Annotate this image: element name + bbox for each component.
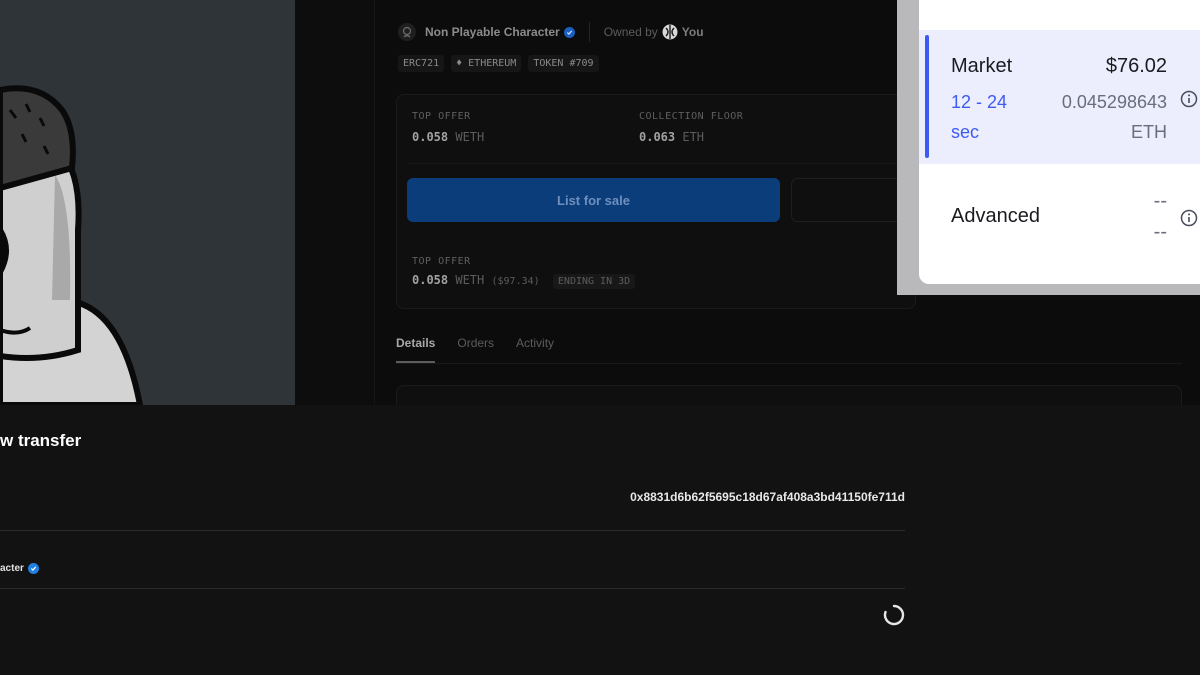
collection-floor-stat: COLLECTION FLOOR 0.063 ETH [639,111,743,144]
top-offer-stat: TOP OFFER 0.058 WETH [412,111,484,144]
chip-standard: ERC721 [398,55,445,72]
market-usd: $76.02 [1105,55,1167,77]
token-chips: ERC721 ♦ ETHEREUM TOKEN #709 [398,55,599,72]
collection-floor-amount: 0.063 [639,130,676,144]
advanced-value-1: -- [1153,190,1167,212]
offer-card: TOP OFFER 0.058 WETH COLLECTION FLOOR 0.… [396,94,931,309]
collection-name-link[interactable]: Non Playable Character [425,25,560,39]
offer-row-amount: 0.058 [412,273,449,287]
transfer-collection-name: acter [0,563,24,574]
market-eth-amount: 0.045298643 [1061,92,1167,112]
offer-row-usd: ($97.34) [491,276,540,287]
top-offer-unit: WETH [455,130,485,144]
row-divider [0,530,905,531]
collection-floor-label: COLLECTION FLOOR [639,111,744,122]
verified-badge-icon [27,563,39,574]
advanced-value-2: -- [1153,221,1167,243]
transfer-review-panel: w transfer 0x8831d6b62f5695c18d67af408a3… [0,405,1200,675]
transfer-collection: acter [0,563,39,574]
gas-fee-popup: Market $76.02 12 - 24 sec 0.045298643 ET… [919,0,1200,284]
owner-avatar-icon [662,24,679,41]
loading-spinner-icon [883,604,905,626]
transfer-title: w transfer [0,431,81,451]
offer-row-unit: WETH [455,273,485,287]
detail-tabs: Details Orders Activity [396,336,554,363]
tab-orders[interactable]: Orders [457,336,494,363]
card-divider [407,163,915,164]
advanced-label: Advanced [951,205,1040,227]
divider [588,22,590,42]
page-gutter [295,0,375,405]
info-icon[interactable] [1180,209,1198,227]
nft-artwork [0,0,295,405]
top-offer-row: TOP OFFER 0.058 WETH ($97.34) ENDING IN … [412,256,636,289]
top-offer-amount: 0.058 [412,130,449,144]
collection-floor-unit: ETH [682,130,705,144]
offer-row-label: TOP OFFER [412,256,471,267]
recipient-address: 0x8831d6b62f5695c18d67af408a3bd41150fe71… [630,490,905,504]
market-time-unit: sec [951,122,980,142]
chip-chain: ♦ ETHEREUM [451,55,522,72]
chip-token-id: TOKEN #709 [528,55,599,72]
market-time-range: 12 - 24 [951,92,1008,112]
list-for-sale-button[interactable]: List for sale [407,178,780,222]
market-label: Market [951,55,1013,77]
tabs-divider [396,363,1182,364]
tab-activity[interactable]: Activity [516,336,554,363]
market-eth: 0.045298643 ETH [1062,87,1167,147]
market-eth-unit: ETH [1131,122,1167,142]
tab-details[interactable]: Details [396,336,436,363]
owner-link[interactable]: You [682,25,704,39]
collection-avatar-icon[interactable] [398,23,416,41]
npc-character-illustration [0,85,144,405]
gas-option-market[interactable]: Market $76.02 12 - 24 sec 0.045298643 ET… [919,30,1200,164]
market-time: 12 - 24 sec [951,87,1026,147]
selected-indicator [925,35,929,158]
owned-by-label: Owned by [603,25,658,39]
transfer-title-text: w transfer [0,431,82,450]
info-icon[interactable] [1180,90,1198,108]
collection-row: Non Playable Character Owned by You [398,22,704,42]
ending-badge: ENDING IN 3D [552,274,636,289]
top-offer-label: TOP OFFER [412,111,471,122]
verified-badge-icon [563,26,575,38]
row-divider [0,588,905,589]
